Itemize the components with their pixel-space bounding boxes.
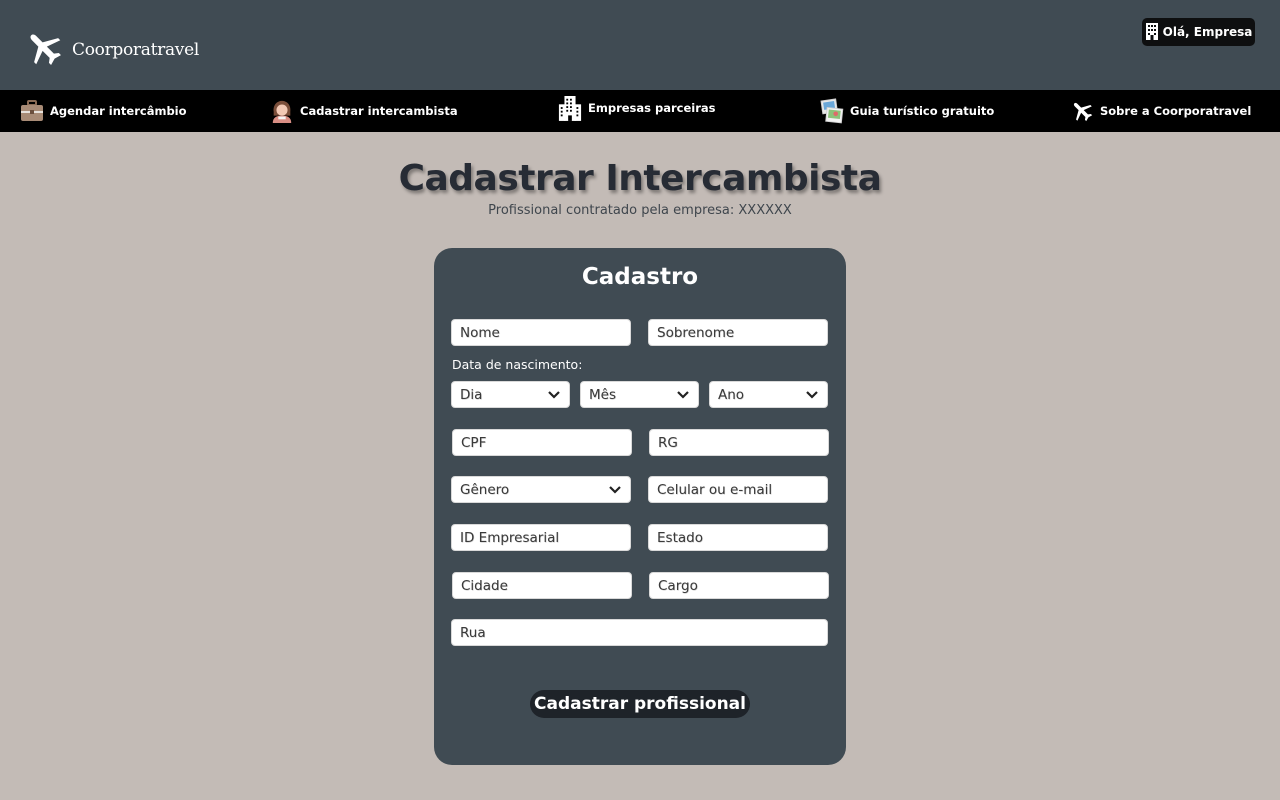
rg-placeholder: RG <box>658 434 678 451</box>
mes-value: Mês <box>589 386 616 403</box>
user-greeting-label: Olá, Empresa <box>1162 25 1253 39</box>
chevron-down-icon <box>676 390 690 400</box>
id-empresarial-placeholder: ID Empresarial <box>460 529 560 546</box>
nome-input[interactable]: Nome <box>451 319 631 346</box>
cargo-placeholder: Cargo <box>658 577 698 594</box>
rua-placeholder: Rua <box>460 624 486 641</box>
brand-name: Coorporatravel <box>72 40 199 60</box>
photos-icon <box>820 98 844 124</box>
sobrenome-input[interactable]: Sobrenome <box>648 319 828 346</box>
cpf-input[interactable]: CPF <box>452 429 632 456</box>
building-icon <box>558 94 582 122</box>
nav-label: Guia turístico gratuito <box>850 104 995 118</box>
dia-select[interactable]: Dia <box>451 381 570 408</box>
ano-value: Ano <box>718 386 745 403</box>
nav-cadastrar-intercambista[interactable]: Cadastrar intercambista <box>270 98 458 124</box>
nav-label: Empresas parceiras <box>588 101 716 115</box>
cpf-placeholder: CPF <box>461 434 487 451</box>
nav-sobre[interactable]: Sobre a Coorporatravel <box>1070 98 1251 124</box>
ano-select[interactable]: Ano <box>709 381 828 408</box>
person-avatar-icon <box>270 98 294 124</box>
contato-input[interactable]: Celular ou e-mail <box>648 476 828 503</box>
dia-value: Dia <box>460 386 483 403</box>
brand-logo[interactable]: Coorporatravel <box>24 28 199 72</box>
nav-label: Cadastrar intercambista <box>300 104 458 118</box>
top-header: Coorporatravel Olá, Empresa <box>0 0 1280 90</box>
airplane-icon <box>1070 98 1094 124</box>
cidade-input[interactable]: Cidade <box>452 572 632 599</box>
contato-placeholder: Celular ou e-mail <box>657 481 773 498</box>
airplane-icon <box>24 28 64 72</box>
page-title: Cadastrar Intercambista <box>398 158 882 199</box>
nav-agendar-intercambio[interactable]: Agendar intercâmbio <box>20 98 187 124</box>
estado-placeholder: Estado <box>657 529 703 546</box>
cadastrar-profissional-button[interactable]: Cadastrar profissional <box>530 690 750 718</box>
main-nav: Agendar intercâmbio Cadastrar intercambi… <box>0 90 1280 132</box>
user-greeting-button[interactable]: Olá, Empresa <box>1142 18 1255 46</box>
nav-empresas-parceiras[interactable]: Empresas parceiras <box>558 94 716 122</box>
rua-input[interactable]: Rua <box>451 619 828 646</box>
rg-input[interactable]: RG <box>649 429 829 456</box>
form-title: Cadastro <box>581 264 699 290</box>
briefcase-icon <box>20 98 44 124</box>
genero-value: Gênero <box>460 481 510 498</box>
nav-label: Sobre a Coorporatravel <box>1100 104 1252 118</box>
nav-label: Agendar intercâmbio <box>50 104 187 118</box>
mes-select[interactable]: Mês <box>580 381 699 408</box>
estado-input[interactable]: Estado <box>648 524 828 551</box>
page-subtitle: Profissional contratado pela empresa: XX… <box>488 203 792 218</box>
cargo-input[interactable]: Cargo <box>649 572 829 599</box>
nome-placeholder: Nome <box>460 324 500 341</box>
chevron-down-icon <box>608 485 622 495</box>
sobrenome-placeholder: Sobrenome <box>657 324 735 341</box>
building-icon <box>1145 22 1159 43</box>
id-empresarial-input[interactable]: ID Empresarial <box>451 524 631 551</box>
cidade-placeholder: Cidade <box>461 577 508 594</box>
genero-select[interactable]: Gênero <box>451 476 631 503</box>
chevron-down-icon <box>805 390 819 400</box>
chevron-down-icon <box>547 390 561 400</box>
nav-guia-turistico[interactable]: Guia turístico gratuito <box>820 98 994 124</box>
dob-label: Data de nascimento: <box>452 357 583 372</box>
